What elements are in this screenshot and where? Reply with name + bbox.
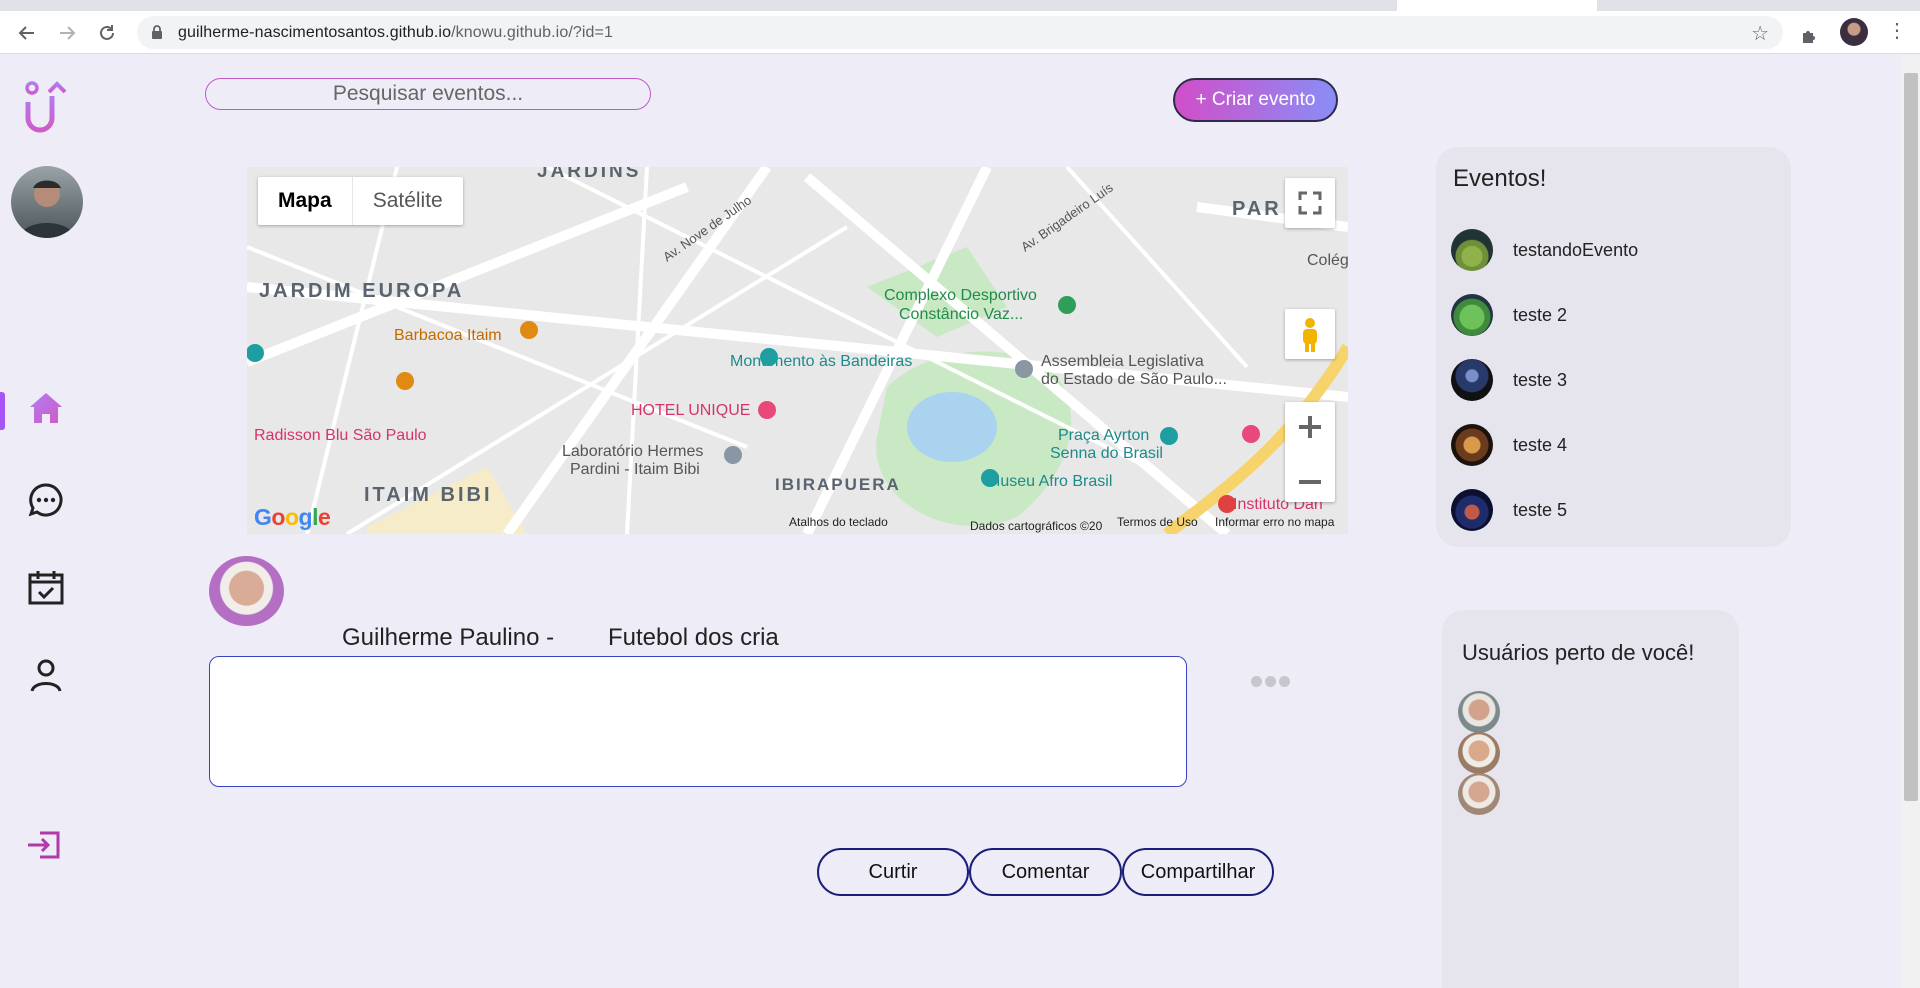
event-name: teste 5 [1513,499,1568,520]
scrollbar-thumb[interactable] [1904,73,1918,801]
fullscreen-icon[interactable] [1285,178,1335,228]
event-item[interactable]: teste 5 [1451,488,1567,532]
nearby-users-panel: Usuários perto de você! [1442,610,1739,988]
keyboard-shortcuts-link[interactable]: Atalhos do teclado [789,515,888,529]
map-label-22: Colég [1307,252,1348,269]
page-scrollbar[interactable] [1902,55,1920,988]
event-thumbnail [1451,424,1493,466]
event-thumbnail [1451,229,1493,271]
calendar-icon[interactable] [26,568,66,613]
event-item[interactable]: testandoEvento [1451,228,1638,272]
share-button[interactable]: Compartilhar [1122,848,1274,896]
sidebar [0,55,100,988]
map[interactable]: JARDINS JARDIM EUROPA ITAIM BIBI IBIRAPU… [247,167,1348,534]
menu-icon[interactable]: ⋮ [1887,21,1907,41]
browser-profile-avatar[interactable] [1840,18,1868,46]
url-text: guilherme-nascimentosantos.github.io/kno… [178,24,613,41]
zoom-control [1285,402,1335,502]
map-label-16: Praça Ayrton [1058,427,1149,444]
app-logo[interactable] [22,80,72,145]
reload-icon[interactable] [93,19,121,47]
profile-icon[interactable] [26,655,66,700]
lock-icon [152,25,162,39]
star-icon[interactable]: ☆ [1751,21,1769,46]
map-label-10: Assembleia Legislativa [1041,353,1204,370]
map-label-7: Monumento às Bandeiras [730,353,912,370]
search-input[interactable]: Pesquisar eventos... [205,78,651,110]
terms-link[interactable]: Termos de Uso [1117,515,1198,529]
report-error-link[interactable]: Informar erro no mapa [1215,515,1334,529]
extensions-icon[interactable] [1800,27,1818,45]
event-thumbnail [1451,294,1493,336]
map-label-17: Senna do Brasil [1050,445,1163,462]
map-label-13: Radisson Blu São Paulo [254,427,427,444]
post-author-name: Guilherme Paulino - [342,624,555,651]
street-view-icon[interactable] [1285,309,1335,359]
event-item[interactable]: teste 4 [1451,423,1567,467]
post-content-box[interactable] [209,656,1187,787]
events-panel: Eventos! testandoEvento teste 2 teste 3 … [1436,147,1791,547]
zoom-out-icon[interactable] [1285,457,1335,507]
map-label-2: JARDIM EUROPA [259,280,464,302]
post-event-title: Futebol dos cria [608,624,779,651]
map-label-11: do Estado de São Paulo... [1041,371,1227,388]
map-data-text: Dados cartográficos ©20 [970,519,1103,533]
map-label-9: Constâncio Vaz... [899,306,1023,323]
like-button[interactable]: Curtir [817,848,969,896]
event-thumbnail [1451,489,1493,531]
event-name: teste 2 [1513,304,1568,325]
event-name: teste 4 [1513,434,1568,455]
event-name: testandoEvento [1513,239,1639,260]
map-label-5: PAR [1232,198,1282,220]
forward-icon[interactable] [53,19,81,47]
map-label-3: ITAIM BIBI [364,484,493,506]
home-icon[interactable] [26,388,66,433]
event-thumbnail [1451,359,1493,401]
nearby-user-avatar[interactable] [1458,732,1500,774]
browser-toolbar: guilherme-nascimentosantos.github.io/kno… [0,11,1920,54]
map-label-18: Museu Afro Brasil [987,473,1112,490]
map-label-4: IBIRAPUERA [775,475,901,494]
nearby-users-title: Usuários perto de você! [1462,640,1695,665]
tab-strip [0,0,1920,11]
nearby-user-avatar[interactable] [1458,773,1500,815]
active-tab[interactable] [1397,0,1597,11]
map-label-8: Complexo Desportivo [884,287,1037,304]
map-label-14: Laboratório Hermes [562,443,703,460]
event-item[interactable]: teste 2 [1451,293,1567,337]
nearby-user-avatar[interactable] [1458,691,1500,733]
map-type-toggle: Mapa Satélite [258,177,463,225]
google-logo[interactable]: Google [254,504,331,531]
events-panel-title: Eventos! [1453,165,1547,192]
map-label-15: Pardini - Itaim Bibi [570,461,700,478]
user-avatar[interactable] [11,166,83,238]
chat-icon[interactable] [26,480,66,525]
event-name: teste 3 [1513,369,1568,390]
event-item[interactable]: teste 3 [1451,358,1567,402]
more-options-icon[interactable] [1251,676,1290,687]
create-event-button[interactable]: + Criar evento [1173,78,1338,122]
post-author-avatar[interactable] [209,556,284,626]
map-type-satellite[interactable]: Satélite [353,177,463,225]
logout-icon[interactable] [26,825,66,870]
map-type-map[interactable]: Mapa [258,177,353,225]
active-indicator [0,392,5,430]
map-label-6: Barbacoa Itaim [394,327,502,344]
zoom-in-icon[interactable] [1285,402,1335,452]
back-icon[interactable] [13,19,41,47]
map-label-12: HOTEL UNIQUE [631,402,750,419]
comment-button[interactable]: Comentar [969,848,1122,896]
address-bar[interactable]: guilherme-nascimentosantos.github.io/kno… [137,16,1783,49]
map-label-1: JARDINS [537,167,641,182]
